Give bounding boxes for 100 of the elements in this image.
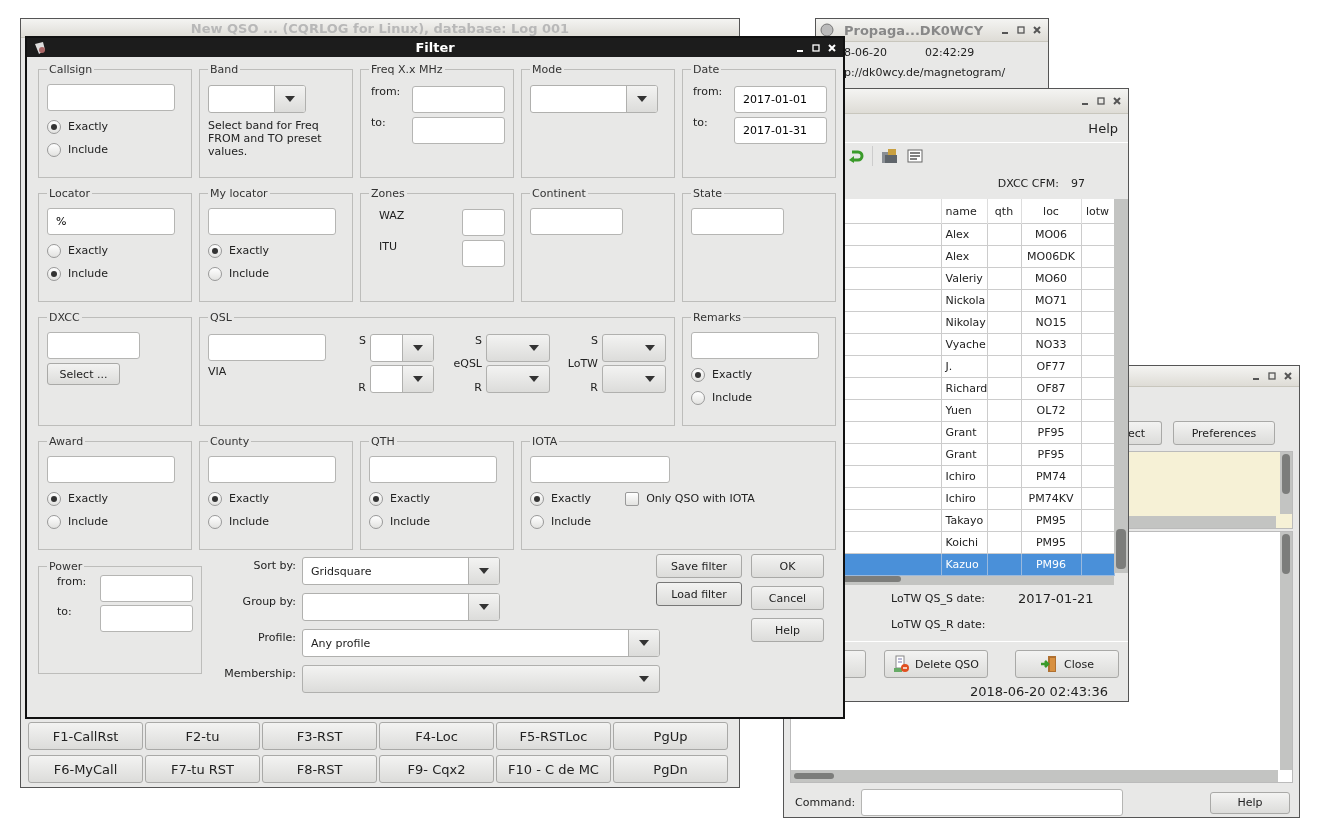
scrollbar[interactable] (1280, 452, 1292, 514)
from-field[interactable] (412, 85, 505, 113)
column-header[interactable]: qth (987, 199, 1021, 224)
to-field[interactable] (412, 116, 505, 144)
zone-field[interactable] (462, 240, 505, 267)
radio-button[interactable] (208, 266, 222, 281)
dialog-button[interactable]: Cancel (751, 586, 824, 610)
function-key-button[interactable]: F5-RSTLoc (496, 722, 611, 750)
column-header[interactable]: name (941, 199, 987, 224)
table-cell: Koichi (941, 531, 987, 554)
function-key-button[interactable]: F2-tu (145, 722, 260, 750)
radio-button[interactable] (691, 367, 705, 382)
load-filter-button[interactable]: Load filter (656, 582, 742, 606)
function-key-button[interactable]: PgUp (613, 722, 728, 750)
to-field[interactable]: 2017-01-31 (734, 116, 827, 144)
combo-box[interactable] (486, 365, 550, 393)
combo-box[interactable]: Gridsquare (302, 557, 500, 585)
combo-box[interactable]: Any profile (302, 629, 660, 657)
radio-button[interactable] (691, 390, 705, 405)
radio-button[interactable] (47, 266, 61, 281)
sent-label: S (359, 334, 366, 347)
select-button[interactable]: ect (1128, 421, 1162, 445)
radio-button[interactable] (530, 514, 544, 529)
preferences-button[interactable]: Preferences (1173, 421, 1275, 445)
text-field[interactable] (691, 208, 784, 235)
radio-button[interactable] (369, 514, 383, 529)
function-key-button[interactable]: F3-RST (262, 722, 377, 750)
from-label: from: (693, 85, 723, 98)
radio-button[interactable] (47, 491, 61, 506)
from-field[interactable]: 2017-01-01 (734, 85, 827, 113)
table-cell: Ichiro (941, 487, 987, 510)
to-label: to: (693, 116, 708, 129)
list-icon[interactable] (907, 149, 923, 163)
table-cell: PM74 (1021, 465, 1081, 488)
close-button[interactable]: Close (1015, 650, 1119, 678)
scrollbar[interactable] (791, 770, 1278, 782)
caret-icon (479, 604, 489, 610)
scrollbar[interactable] (1114, 199, 1128, 573)
to-label: to: (371, 116, 386, 129)
function-key-button[interactable]: F4-Loc (379, 722, 494, 750)
radio-button[interactable] (47, 243, 61, 258)
from-field[interactable] (100, 575, 193, 602)
text-field[interactable]: % (47, 208, 175, 235)
text-field[interactable] (208, 208, 336, 235)
function-key-button[interactable]: PgDn (613, 755, 728, 783)
radio-button[interactable] (208, 491, 222, 506)
radio-button[interactable] (208, 514, 222, 529)
save-filter-button[interactable]: Save filter (656, 554, 742, 578)
dialog-button[interactable]: OK (751, 554, 824, 578)
radio-button[interactable] (47, 119, 61, 134)
function-key-button[interactable]: F6-MyCall (28, 755, 143, 783)
text-field[interactable] (691, 332, 819, 359)
combo-box[interactable] (602, 334, 666, 362)
combo-box[interactable] (302, 593, 500, 621)
checkbox[interactable] (625, 491, 640, 506)
folder-icon[interactable] (881, 148, 899, 164)
function-key-button[interactable]: F10 - C de MC (496, 755, 611, 783)
text-field[interactable] (47, 84, 175, 111)
text-field[interactable] (530, 208, 623, 235)
menu-item[interactable]: Help (1088, 120, 1118, 136)
combo-box[interactable] (370, 365, 434, 393)
function-key-button[interactable]: F9- Cqx2 (379, 755, 494, 783)
radio-button[interactable] (530, 491, 544, 506)
date-text: 8-06-20 (844, 45, 887, 59)
window-title: Filter (414, 40, 456, 55)
via-field[interactable] (208, 334, 326, 361)
combo-box[interactable] (302, 665, 660, 693)
zone-field[interactable] (462, 209, 505, 236)
dialog-button[interactable]: Help (751, 618, 824, 642)
radio-button[interactable] (47, 514, 61, 529)
text-field[interactable] (369, 456, 497, 483)
help-button[interactable]: Help (1210, 791, 1290, 814)
combo-box[interactable] (530, 85, 658, 113)
combo-box[interactable] (602, 365, 666, 393)
select-button[interactable]: Select ... (47, 363, 120, 385)
to-field[interactable] (100, 605, 193, 632)
column-header[interactable]: loc (1021, 199, 1081, 224)
text-field[interactable] (47, 332, 140, 359)
combo-box[interactable] (370, 334, 434, 362)
text-field[interactable] (530, 456, 670, 483)
combo-box[interactable] (208, 85, 306, 113)
lotw-received-date-label: LoTW QS_R date: (891, 617, 987, 631)
undo-arrow-icon[interactable] (848, 149, 864, 163)
radio-button[interactable] (208, 243, 222, 258)
command-field[interactable] (861, 789, 1124, 816)
function-key-button[interactable]: F1-CallRst (28, 722, 143, 750)
radio-button[interactable] (47, 142, 61, 157)
window-title: Propaga...DK0WCY (844, 22, 984, 38)
function-key-button[interactable]: F8-RST (262, 755, 377, 783)
radio-label: Exactly (229, 244, 270, 257)
group-label: QTH (370, 435, 396, 448)
text-field[interactable] (208, 456, 336, 483)
function-key-button[interactable]: F7-tu RST (145, 755, 260, 783)
combo-box[interactable] (486, 334, 550, 362)
delete-qso-button[interactable]: Delete QSO (884, 650, 988, 678)
scrollbar[interactable] (1280, 532, 1292, 770)
table-cell: Alex (941, 223, 987, 246)
caret-icon (639, 676, 649, 682)
radio-button[interactable] (369, 491, 383, 506)
text-field[interactable] (47, 456, 175, 483)
